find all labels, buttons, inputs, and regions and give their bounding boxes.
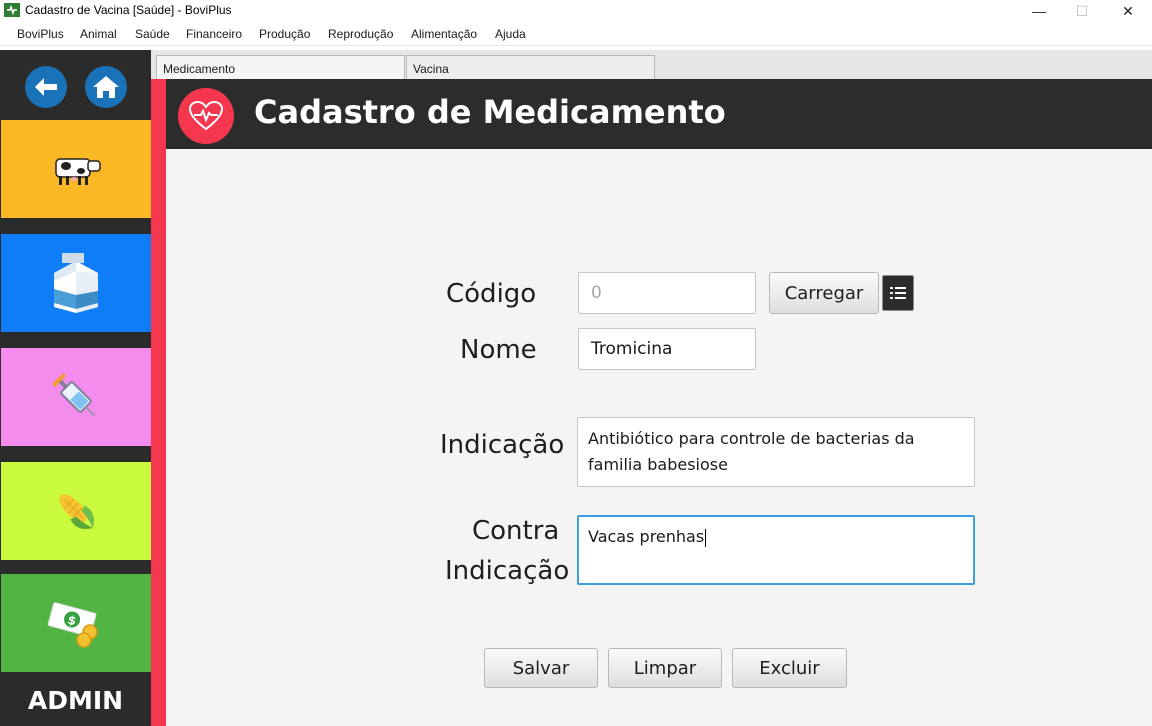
indicacao-label: Indicação	[440, 430, 565, 460]
save-button[interactable]: Salvar	[484, 648, 598, 688]
menu-producao[interactable]: Produção	[259, 27, 310, 41]
clear-button[interactable]: Limpar	[608, 648, 722, 688]
menu-financeiro[interactable]: Financeiro	[186, 27, 242, 41]
money-icon: $	[47, 602, 98, 648]
codigo-input[interactable]: 0	[578, 272, 756, 314]
nome-label: Nome	[460, 335, 537, 365]
list-button[interactable]	[882, 275, 914, 311]
arrow-left-icon	[35, 78, 57, 96]
minimize-button[interactable]: —	[1016, 0, 1062, 22]
tab-strip: Medicamento Vacina	[151, 50, 1152, 79]
form-panel: Código 0 Carregar Nome Tromicina Indicaç…	[166, 149, 1152, 726]
cow-icon	[55, 158, 101, 185]
syringe-icon	[51, 372, 96, 417]
list-icon	[890, 287, 906, 299]
page-title: Cadastro de Medicamento	[254, 93, 726, 131]
sidebar: $ ADMIN	[0, 50, 151, 726]
home-icon	[93, 76, 119, 98]
close-button[interactable]: ✕	[1105, 0, 1151, 22]
menu-boviplus[interactable]: BoviPlus	[17, 27, 64, 41]
menu-bar: BoviPlus Animal Saúde Financeiro Produçã…	[0, 22, 1152, 46]
carregar-button[interactable]: Carregar	[769, 272, 879, 314]
home-button[interactable]	[85, 66, 127, 108]
sidebar-item-animal[interactable]	[1, 120, 151, 218]
contra-indicacao-label-line2: Indicação	[445, 556, 570, 586]
accent-strip	[151, 79, 166, 726]
menu-ajuda[interactable]: Ajuda	[495, 27, 526, 41]
sidebar-item-milk[interactable]	[1, 234, 151, 332]
page-header: Cadastro de Medicamento	[166, 79, 1152, 149]
title-bar: Cadastro de Vacina [Saúde] - BoviPlus — …	[0, 0, 1152, 22]
corn-icon	[59, 494, 95, 530]
tab-medicamento[interactable]: Medicamento	[156, 55, 405, 79]
menu-reproducao[interactable]: Reprodução	[328, 27, 393, 41]
codigo-label: Código	[446, 279, 537, 309]
sidebar-item-health[interactable]	[1, 348, 151, 446]
contra-indicacao-label-line1: Contra	[472, 516, 560, 546]
nome-input[interactable]: Tromicina	[578, 328, 756, 370]
menu-alimentacao[interactable]: Alimentação	[411, 27, 477, 41]
indicacao-textarea[interactable]: Antibiótico para controle de bacterias d…	[577, 417, 975, 487]
contra-indicacao-text: Vacas prenhas	[588, 527, 705, 546]
tab-vacina[interactable]: Vacina	[406, 55, 655, 79]
sidebar-item-finance[interactable]: $	[1, 574, 151, 672]
user-label: ADMIN	[27, 686, 124, 715]
back-button[interactable]	[25, 66, 67, 108]
contra-indicacao-textarea[interactable]: Vacas prenhas	[577, 515, 975, 585]
milk-carton-icon	[54, 253, 98, 313]
menu-saude[interactable]: Saúde	[135, 27, 170, 41]
text-cursor	[705, 528, 707, 547]
window-title: Cadastro de Vacina [Saúde] - BoviPlus	[25, 3, 232, 17]
menu-animal[interactable]: Animal	[80, 27, 117, 41]
app-logo-icon	[4, 3, 20, 17]
delete-button[interactable]: Excluir	[732, 648, 847, 688]
heart-pulse-badge	[178, 88, 234, 144]
sidebar-item-food[interactable]	[1, 462, 151, 560]
maximize-button[interactable]: ☐	[1059, 0, 1105, 22]
heart-pulse-icon	[189, 101, 223, 131]
